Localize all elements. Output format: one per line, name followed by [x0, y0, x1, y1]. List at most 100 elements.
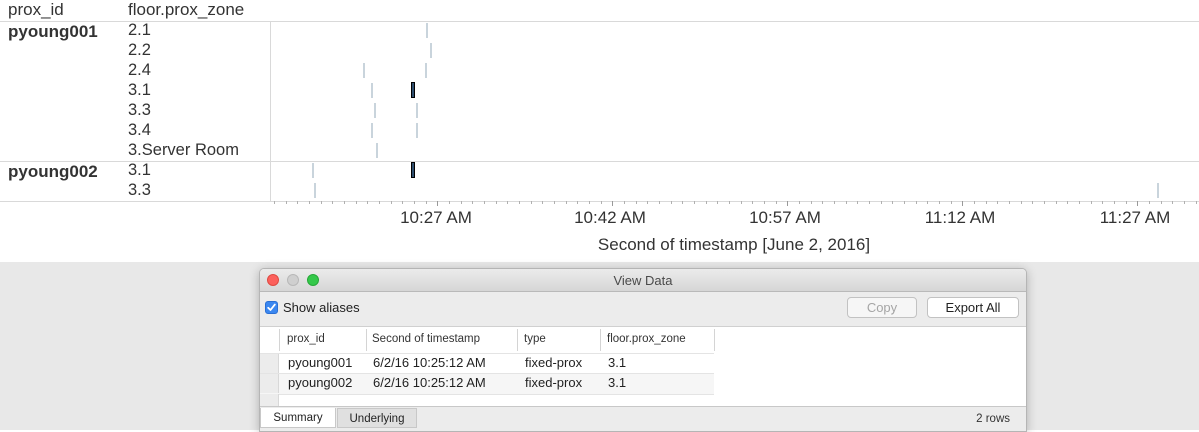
axis-tick-label: 10:27 AM: [400, 208, 472, 227]
axis-tick: [752, 201, 753, 204]
axis-tick: [741, 201, 742, 204]
axis-tick: [379, 201, 380, 204]
axis-tick: [1172, 201, 1173, 204]
axis-tick: [1091, 201, 1092, 204]
gantt-mark[interactable]: [374, 103, 376, 118]
axis-tick: [974, 201, 975, 204]
axis-tick: [717, 201, 718, 204]
gantt-mark[interactable]: [416, 123, 418, 138]
axis-tick-label: 11:12 AM: [924, 208, 996, 227]
axis-tick: [496, 201, 497, 204]
zone-label: 2.1: [128, 21, 151, 39]
column-header[interactable]: Second of timestamp: [372, 333, 480, 345]
tab-summary[interactable]: Summary: [260, 408, 336, 428]
column-separator: [279, 329, 280, 351]
axis-tick: [986, 201, 987, 204]
axis-tick: [1137, 201, 1138, 206]
axis-tick: [1079, 201, 1080, 204]
axis-tick: [461, 201, 462, 204]
axis-tick: [916, 201, 917, 204]
zone-label: 3.4: [128, 121, 151, 139]
gantt-mark-selected[interactable]: [411, 82, 415, 98]
axis-tick-label: 10:57 AM: [749, 208, 821, 227]
gantt-mark[interactable]: [376, 143, 378, 158]
axis-tick: [799, 201, 800, 204]
row-header[interactable]: [260, 374, 279, 393]
cell-timestamp: 6/2/16 10:25:12 AM: [373, 375, 486, 390]
axis-tick: [589, 201, 590, 204]
checkmark-icon: [267, 303, 276, 311]
export-all-button[interactable]: Export All: [927, 297, 1019, 318]
cell-type: fixed-prox: [525, 375, 583, 390]
show-aliases-checkbox[interactable]: [265, 301, 278, 314]
axis-tick: [904, 201, 905, 204]
axis-tick: [531, 201, 532, 204]
axis-tick: [892, 201, 893, 204]
zone-label: 3.Server Room: [128, 141, 239, 159]
axis-tick: [1126, 201, 1127, 204]
axis-tick: [601, 201, 602, 204]
axis-tick: [764, 201, 765, 204]
axis-tick: [1032, 201, 1033, 204]
zone-label: 3.1: [128, 161, 151, 179]
cell-type: fixed-prox: [525, 355, 583, 370]
axis-tick: [437, 201, 438, 206]
gantt-mark[interactable]: [314, 183, 316, 198]
tabs-bar: Summary Underlying 2 rows: [260, 406, 1026, 431]
cell-zone: 3.1: [608, 355, 627, 370]
gantt-mark[interactable]: [430, 43, 432, 58]
axis-tick: [612, 201, 613, 206]
show-aliases-label[interactable]: Show aliases: [283, 300, 360, 315]
axis-tick: [344, 201, 345, 204]
column-header[interactable]: prox_id: [287, 333, 325, 345]
axis-tick: [414, 201, 415, 204]
axis-tick: [542, 201, 543, 204]
row-header[interactable]: [260, 354, 279, 373]
gantt-mark[interactable]: [371, 83, 373, 98]
header-divider: [0, 21, 1199, 22]
axis-tick: [811, 201, 812, 204]
window-titlebar[interactable]: View Data: [260, 269, 1026, 292]
axis-title: Second of timestamp [June 2, 2016]: [597, 235, 871, 254]
axis-tick: [356, 201, 357, 204]
pane-divider: [270, 22, 271, 202]
axis-tick: [1196, 201, 1197, 204]
axis-tick-label: 11:27 AM: [1099, 208, 1171, 227]
prox-id-label: pyoung002: [8, 162, 98, 181]
tab-underlying[interactable]: Underlying: [337, 408, 417, 428]
axis-tick: [1149, 201, 1150, 204]
axis-tick: [507, 201, 508, 204]
cell-timestamp: 6/2/16 10:25:12 AM: [373, 355, 486, 370]
axis-tick: [647, 201, 648, 204]
gantt-mark[interactable]: [312, 163, 314, 178]
gantt-mark[interactable]: [425, 63, 427, 78]
axis-tick: [834, 201, 835, 204]
gantt-mark-selected[interactable]: [411, 162, 415, 178]
column-header[interactable]: floor.prox_zone: [607, 333, 686, 345]
column-separator: [366, 329, 367, 351]
gantt-mark[interactable]: [1157, 183, 1159, 198]
header-prox-zone: floor.prox_zone: [128, 0, 245, 19]
axis-tick: [869, 201, 870, 204]
gantt-mark[interactable]: [416, 103, 418, 118]
axis-tick: [1067, 201, 1068, 204]
gantt-mark[interactable]: [363, 63, 365, 78]
axis-tick: [297, 201, 298, 204]
cell-prox-id: pyoung002: [288, 375, 353, 390]
gantt-mark[interactable]: [371, 123, 373, 138]
axis-tick: [309, 201, 310, 204]
axis-tick: [286, 201, 287, 204]
copy-button[interactable]: Copy: [847, 297, 917, 318]
column-header[interactable]: type: [524, 333, 546, 345]
axis-tick: [426, 201, 427, 204]
axis-tick: [857, 201, 858, 204]
header-prox-id: prox_id: [8, 0, 64, 19]
axis-tick: [449, 201, 450, 204]
axis-tick: [391, 201, 392, 204]
axis-tick: [776, 201, 777, 204]
axis-tick: [624, 201, 625, 204]
axis-tick: [939, 201, 940, 204]
cell-prox-id: pyoung001: [288, 355, 353, 370]
cell-zone: 3.1: [608, 375, 627, 390]
gantt-mark[interactable]: [426, 23, 428, 38]
